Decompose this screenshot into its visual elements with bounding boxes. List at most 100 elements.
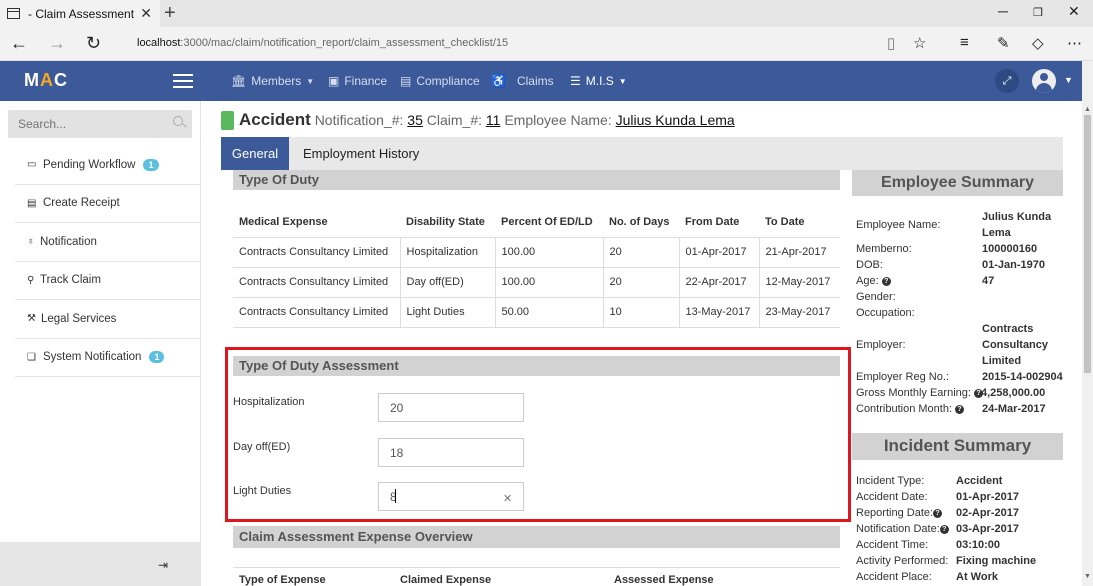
table-cell: 20 [603,266,680,297]
favorite-star-icon[interactable]: ☆ [913,34,926,52]
accident-place-label: Accident Place: [856,571,932,583]
employer-line: Limited [982,355,1022,367]
sidebar-footer: ⇥ [0,542,200,586]
employee-name-line: Lema [982,227,1011,239]
close-tab-icon[interactable]: ✕ [140,5,152,22]
page-scrollbar[interactable]: ▲ ▼ [1082,61,1093,586]
tab-employment-history[interactable]: Employment History [303,137,419,170]
count-badge: 1 [143,158,159,171]
notification-number: 35 [407,112,423,128]
sidebar-item-notification[interactable]: ♁ Notification [15,223,201,262]
sidebar-item-track-claim[interactable]: ⚲ Track Claim [15,262,201,300]
hamburger-menu-icon[interactable] [173,74,193,88]
table-row: Contracts Consultancy Limited Light Duti… [233,296,840,328]
column-header: Assessed Expense [614,574,714,586]
scroll-up-icon[interactable]: ▲ [1084,106,1091,113]
help-icon[interactable]: ? [955,405,965,414]
nav-members[interactable]: 🏛 Members ▼ [231,74,314,88]
reporting-date-label: Reporting Date:? [856,507,943,519]
tab-bar: General Employment History [221,137,1063,170]
nav-mis[interactable]: ☰ M.I.S ▼ [570,74,627,88]
scroll-down-icon[interactable]: ▼ [1084,573,1091,580]
url-field[interactable]: localhost:3000/mac/claim/notification_re… [137,37,508,49]
sidebar-item-pending-workflow[interactable]: ▭ Pending Workflow 1 [15,146,201,185]
wheelchair-icon: ♿ [491,74,506,88]
help-icon[interactable]: ? [881,277,891,286]
restore-icon[interactable]: ❐ [1033,6,1043,19]
age-value: 47 [982,275,995,287]
column-header: Percent Of ED/LD [501,215,593,228]
nav-compliance[interactable]: ▤ Compliance [400,74,480,88]
book-icon: ▤ [400,74,412,88]
sidebar-item-legal-services[interactable]: ⚒ Legal Services [15,300,201,339]
page-title: Accident Notification_#: 35 Claim_#: 11 … [239,110,735,130]
sidebar-item-system-notification[interactable]: ❏ System Notification 1 [15,339,201,377]
hospitalization-days-input[interactable] [378,393,524,422]
nav-finance[interactable]: ▣ Finance [328,74,387,88]
share-icon[interactable]: ◇ [1032,34,1044,52]
reporting-date-label-text: Reporting Date: [856,507,934,519]
forward-icon[interactable]: → [48,33,66,54]
employee-name-label: Employee Name: [856,219,941,231]
brand-letter: C [54,70,68,90]
table-cell: Light Duties [400,296,496,328]
comments-icon: ❏ [27,351,36,363]
back-icon[interactable]: ← [10,33,28,54]
brand-logo[interactable]: MAC [24,70,68,91]
nav-members-label: Members [251,74,302,88]
more-icon[interactable]: ⋯ [1067,34,1082,52]
notification-date-label-text: Notification Date: [856,523,940,535]
table-cell: 10 [603,296,680,328]
search-icon[interactable] [173,116,183,126]
employer-value: Contracts Consultancy Limited [982,321,1048,369]
table-cell: Contracts Consultancy Limited [233,236,401,267]
bell-icon: ♁ [27,236,35,248]
avatar[interactable] [1032,69,1056,93]
nav-mis-label: M.I.S [585,74,614,88]
table-cell: 12-May-2017 [759,266,840,297]
brand-letter-accent: A [40,70,54,90]
refresh-icon[interactable]: ↻ [86,33,101,54]
table-cell: Hospitalization [400,236,496,267]
sidebar-item-create-receipt[interactable]: ▤ Create Receipt [15,185,201,223]
day-off-days-input[interactable] [378,438,524,467]
gross-earning-value: 4,258,000.00 [981,387,1046,399]
light-duties-label: Light Duties [233,485,292,497]
web-note-icon[interactable]: ✎ [997,34,1010,52]
column-header: Type of Expense [239,574,326,586]
nav-compliance-label: Compliance [416,74,480,88]
fullscreen-icon[interactable]: ⤢ [995,69,1019,93]
contribution-month-value: 24-Mar-2017 [982,403,1046,415]
day-off-label: Day off(ED) [233,441,291,453]
accident-time-label: Accident Time: [856,539,929,551]
hub-icon[interactable]: ≡ [960,34,969,51]
table-cell: Contracts Consultancy Limited [233,296,401,328]
close-window-icon[interactable]: ✕ [1068,3,1080,20]
employer-label: Employer: [856,339,906,351]
inbox-icon: ▭ [27,159,37,171]
reading-view-icon[interactable]: ▯ [887,34,895,52]
chevron-down-icon[interactable]: ▼ [1064,75,1073,85]
dob-label: DOB: [856,259,883,271]
money-icon: ▣ [328,74,340,88]
track-icon: ⚲ [27,274,35,286]
clear-input-icon[interactable]: ✕ [503,492,512,505]
table-cell: 01-Apr-2017 [679,236,760,267]
accident-time-value: 03:10:00 [956,539,1001,551]
minimize-icon[interactable]: ─ [998,3,1008,19]
incident-type-value: Accident [956,475,1003,487]
scroll-thumb[interactable] [1084,115,1091,373]
search-input[interactable] [8,110,158,138]
sidebar-item-label: Pending Workflow [43,158,136,171]
contribution-month-label: Contribution Month: ? [856,403,965,415]
tab-general[interactable]: General [221,137,289,170]
count-badge: 1 [149,351,165,364]
help-icon[interactable]: ? [933,509,943,518]
new-tab-icon[interactable]: + [164,1,176,25]
browser-tab[interactable]: - Claim Assessment ✕ [0,0,160,27]
claim-label: Claim_#: [426,112,483,128]
sidebar-menu: ▭ Pending Workflow 1 ▤ Create Receipt ♁ … [15,146,201,377]
logout-icon[interactable]: ⇥ [158,558,168,572]
nav-claims[interactable]: ♿ Claims [491,74,554,88]
help-icon[interactable]: ? [939,525,949,534]
